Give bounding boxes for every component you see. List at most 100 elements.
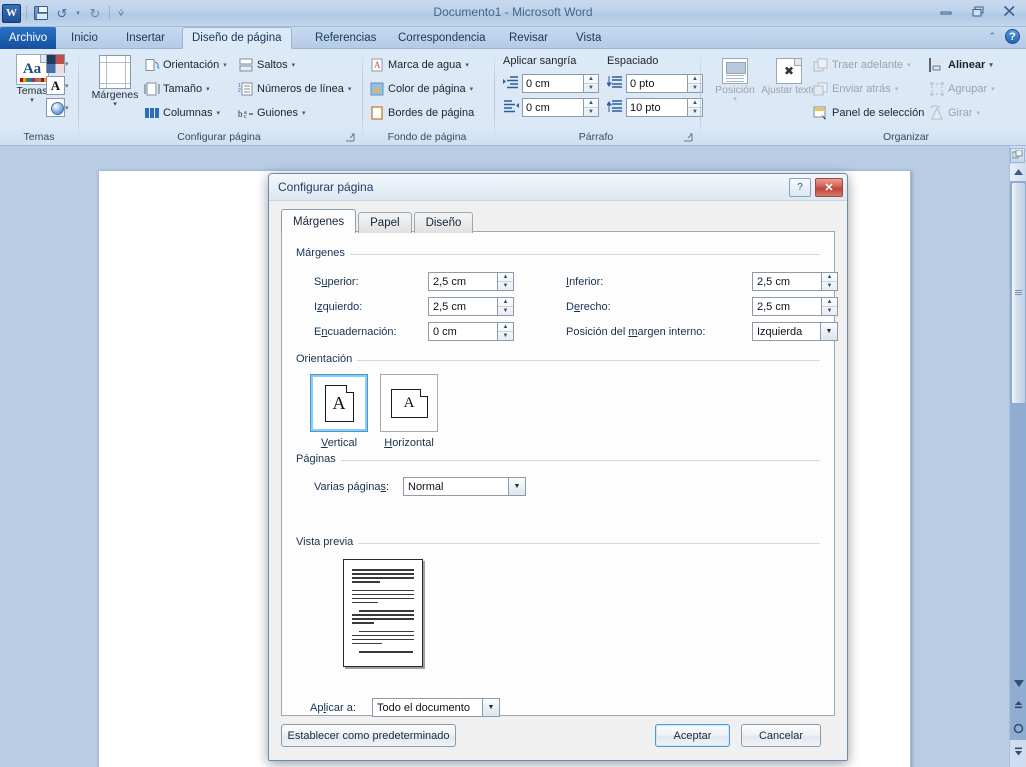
dialog-tab-papel[interactable]: Papel [358, 212, 412, 233]
align-icon [929, 57, 945, 73]
tab-diseno-de-pagina[interactable]: Diseño de página [182, 27, 292, 49]
derecho-value[interactable]: 2,5 cm [752, 297, 821, 316]
close-button[interactable] [997, 2, 1022, 20]
derecho-spinner[interactable]: ▲ ▼ [821, 297, 838, 316]
restore-button[interactable] [965, 2, 990, 20]
select-browse-object-top-icon[interactable] [1010, 148, 1025, 163]
panel-de-seleccion-button[interactable]: Panel de selección [813, 102, 924, 123]
page-preview [343, 559, 423, 667]
alinear-button[interactable]: Alinear ▾ [929, 54, 993, 75]
indent-left-field[interactable]: 0 cm ▲ ▼ [503, 74, 599, 93]
encuadernacion-field[interactable]: 0 cm ▲ ▼ [428, 322, 514, 341]
theme-fonts-button[interactable]: A ▾ [46, 76, 69, 95]
window-title: Documento1 - Microsoft Word [433, 5, 593, 19]
superior-field[interactable]: 2,5 cm ▲ ▼ [428, 272, 514, 291]
guiones-label: Guiones [257, 106, 298, 119]
indent-left-spinner[interactable]: ▲ ▼ [584, 74, 599, 93]
parrafo-dialog-launcher[interactable] [683, 132, 694, 143]
tab-revisar[interactable]: Revisar [500, 27, 557, 49]
page-color-icon [369, 81, 385, 97]
aplicar-a-combo[interactable]: Todo el documento ▼ [372, 698, 500, 717]
girar-button[interactable]: Girar ▾ [929, 102, 980, 123]
indent-right-spinner[interactable]: ▲ ▼ [584, 98, 599, 117]
superior-value[interactable]: 2,5 cm [428, 272, 497, 291]
chevron-down-icon[interactable]: ▼ [482, 698, 500, 717]
tab-inicio[interactable]: Inicio [62, 27, 107, 49]
saltos-button[interactable]: Saltos ▾ [238, 54, 295, 75]
alinear-label: Alinear [948, 58, 986, 71]
landscape-page-icon: A [390, 388, 428, 418]
help-icon[interactable]: ? [1005, 29, 1020, 44]
superior-spinner[interactable]: ▲ ▼ [497, 272, 514, 291]
dialog-tab-margenes[interactable]: Márgenes [281, 209, 357, 233]
izquierdo-field[interactable]: 2,5 cm ▲ ▼ [428, 297, 514, 316]
marca-de-agua-button[interactable]: A Marca de agua ▾ [369, 54, 469, 75]
theme-effects-button[interactable]: ▾ [46, 98, 69, 117]
derecho-field[interactable]: 2,5 cm ▲ ▼ [752, 297, 838, 316]
next-page-button[interactable] [1010, 743, 1026, 760]
dialog-help-button[interactable]: ? [789, 177, 811, 197]
chevron-down-icon[interactable]: ▼ [820, 322, 838, 341]
aplicar-a-value[interactable]: Todo el documento [372, 698, 482, 717]
inferior-spinner[interactable]: ▲ ▼ [821, 272, 838, 291]
tab-archivo[interactable]: Archivo [0, 27, 56, 49]
dialog-close-button[interactable]: ✕ [815, 177, 843, 197]
margenes-button[interactable]: Márgenes ▾ [87, 55, 143, 108]
posicion-margen-interno-value[interactable]: Izquierda [752, 322, 820, 341]
posicion-button[interactable]: Posición ▾ [707, 58, 763, 103]
spacing-before-field[interactable]: 0 pto ▲ ▼ [606, 74, 703, 93]
bordes-de-pagina-button[interactable]: Bordes de página [369, 102, 474, 123]
encuadernacion-spinner[interactable]: ▲ ▼ [497, 322, 514, 341]
orientation-vertical-option[interactable]: A [310, 374, 368, 432]
dialog-tab-panel-margenes: Márgenes Superior: 2,5 cm ▲ ▼ Inferior: 2… [281, 231, 838, 717]
temas-label: Temas [16, 85, 48, 97]
traer-adelante-button[interactable]: Traer adelante ▾ [813, 54, 911, 75]
tab-vista[interactable]: Vista [567, 27, 610, 49]
color-de-pagina-button[interactable]: Color de página ▾ [369, 78, 473, 99]
posicion-margen-interno-combo[interactable]: Izquierda ▼ [752, 322, 838, 341]
ajustar-texto-button[interactable]: ✖ Ajustar texto [761, 58, 817, 96]
girar-label: Girar [948, 106, 973, 119]
tamano-button[interactable]: Tamaño ▾ [144, 78, 210, 99]
spacing-after-field[interactable]: 10 pto ▲ ▼ [606, 98, 703, 117]
izquierdo-value[interactable]: 2,5 cm [428, 297, 497, 316]
izquierdo-spinner[interactable]: ▲ ▼ [497, 297, 514, 316]
tab-correspondencia[interactable]: Correspondencia [389, 27, 495, 49]
encuadernacion-value[interactable]: 0 cm [428, 322, 497, 341]
configurar-pagina-dialog-launcher[interactable] [345, 132, 356, 143]
columnas-button[interactable]: Columnas ▾ [144, 102, 220, 123]
posicion-label: Posición [715, 84, 755, 96]
previous-page-button[interactable] [1010, 697, 1026, 714]
enviar-atras-button[interactable]: Enviar atrás ▾ [813, 78, 898, 99]
agrupar-button[interactable]: Agrupar ▾ [929, 78, 995, 99]
select-browse-object-button[interactable] [1010, 720, 1026, 737]
tab-insertar[interactable]: Insertar [117, 27, 174, 49]
chevron-down-icon[interactable]: ▼ [508, 477, 526, 496]
varias-paginas-combo[interactable]: Normal ▼ [403, 477, 526, 496]
aceptar-button[interactable]: Aceptar [655, 724, 730, 747]
scrollbar-thumb[interactable] [1011, 182, 1026, 404]
guiones-button[interactable]: bac Guiones ▾ [238, 102, 306, 123]
orientation-horizontal-option[interactable]: A [380, 374, 438, 432]
scroll-up-button[interactable] [1010, 164, 1026, 181]
scrollbar-grip-icon [1015, 290, 1022, 296]
tab-referencias[interactable]: Referencias [306, 27, 385, 49]
theme-colors-icon [46, 54, 65, 73]
scroll-down-button[interactable] [1010, 674, 1026, 691]
inferior-value[interactable]: 2,5 cm [752, 272, 821, 291]
numeros-de-linea-button[interactable]: 12 Números de línea ▾ [238, 78, 351, 99]
chevron-down-icon: ▾ [894, 85, 899, 93]
varias-paginas-value[interactable]: Normal [403, 477, 508, 496]
indent-right-field[interactable]: 0 cm ▲ ▼ [503, 98, 599, 117]
dialog-tab-diseno[interactable]: Diseño [413, 212, 474, 233]
minimize-button[interactable] [933, 2, 958, 20]
label-encuadernacion: Encuadernación: [314, 326, 397, 338]
inferior-field[interactable]: 2,5 cm ▲ ▼ [752, 272, 838, 291]
cancelar-button[interactable]: Cancelar [741, 724, 821, 747]
establecer-predeterminado-button[interactable]: Establecer como predeterminado [281, 724, 456, 747]
label-varias-paginas: Varias páginas: [314, 481, 390, 493]
vertical-scrollbar[interactable] [1009, 146, 1026, 767]
orientacion-button[interactable]: Orientación ▾ [144, 54, 227, 75]
collapse-ribbon-icon[interactable]: ⌃ [988, 31, 996, 42]
theme-colors-button[interactable]: ▾ [46, 54, 69, 73]
